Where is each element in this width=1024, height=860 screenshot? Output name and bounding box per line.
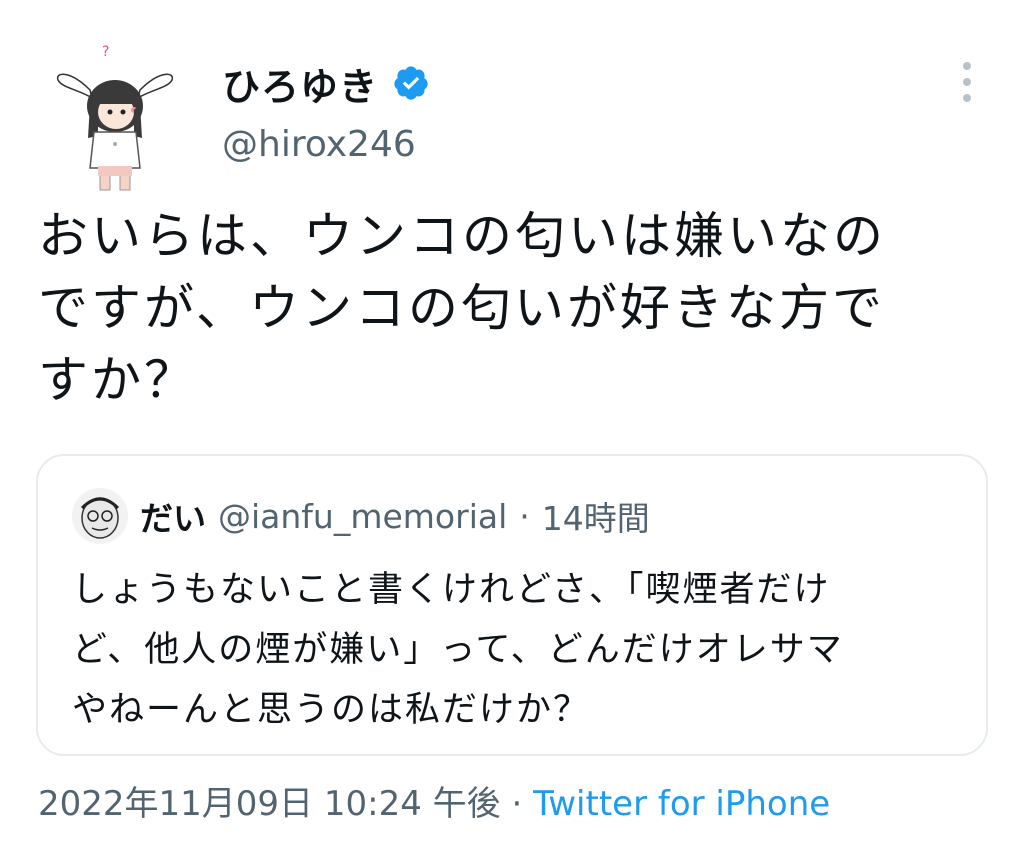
- verified-badge-icon: [394, 66, 428, 100]
- quoted-time[interactable]: 14時間: [542, 492, 650, 540]
- more-options-icon[interactable]: [952, 62, 982, 102]
- more-dot: [963, 62, 971, 70]
- tweet-text-line: ですが、ウンコの匂いが好きな方で: [38, 279, 885, 337]
- author-name-row[interactable]: ひろゆき: [222, 56, 430, 111]
- quoted-text-line: ど、他人の煙が嫌い」って、どんだけオレサマ: [72, 630, 844, 670]
- quoted-tweet-text: しょうもないこと書くけれどさ、「喫煙者だけ ど、他人の煙が嫌い」って、どんだけオ…: [72, 560, 972, 740]
- quoted-tweet-card[interactable]: だい @ianfu_memorial · 14時間 しょうもないこと書くけれどさ…: [36, 454, 988, 756]
- tweet-source-link[interactable]: Twitter for iPhone: [533, 784, 830, 824]
- more-dot: [963, 94, 971, 102]
- author-display-name[interactable]: ひろゆき: [222, 56, 378, 111]
- tweet-text-line: すか？: [38, 351, 197, 409]
- tweet-text-line: おいらは、ウンコの匂いは嫌いなの: [38, 207, 886, 265]
- author-avatar[interactable]: ?: [50, 40, 180, 200]
- tweet-text: おいらは、ウンコの匂いは嫌いなの ですが、ウンコの匂いが好きな方で すか？: [38, 200, 998, 416]
- quoted-text-line: しょうもないこと書くけれどさ、「喫煙者だけ: [72, 570, 831, 610]
- quoted-text-line: やねーんと思うのは私だけか？: [72, 690, 591, 730]
- tweet-footer: 2022年11月09日 10:24 午後 · Twitter for iPhon…: [38, 776, 830, 825]
- quoted-author-avatar[interactable]: [72, 488, 128, 544]
- svg-text:?: ?: [102, 44, 109, 60]
- quoted-display-name[interactable]: だい: [140, 492, 206, 540]
- more-dot: [963, 78, 971, 86]
- quoted-tweet-header: だい @ianfu_memorial · 14時間: [72, 488, 650, 544]
- tweet-timestamp[interactable]: 2022年11月09日 10:24 午後: [38, 784, 501, 824]
- author-handle[interactable]: @hirox246: [222, 124, 416, 165]
- quoted-handle[interactable]: @ianfu_memorial: [218, 497, 507, 536]
- footer-separator: ·: [511, 784, 523, 824]
- quoted-separator: ·: [519, 496, 530, 536]
